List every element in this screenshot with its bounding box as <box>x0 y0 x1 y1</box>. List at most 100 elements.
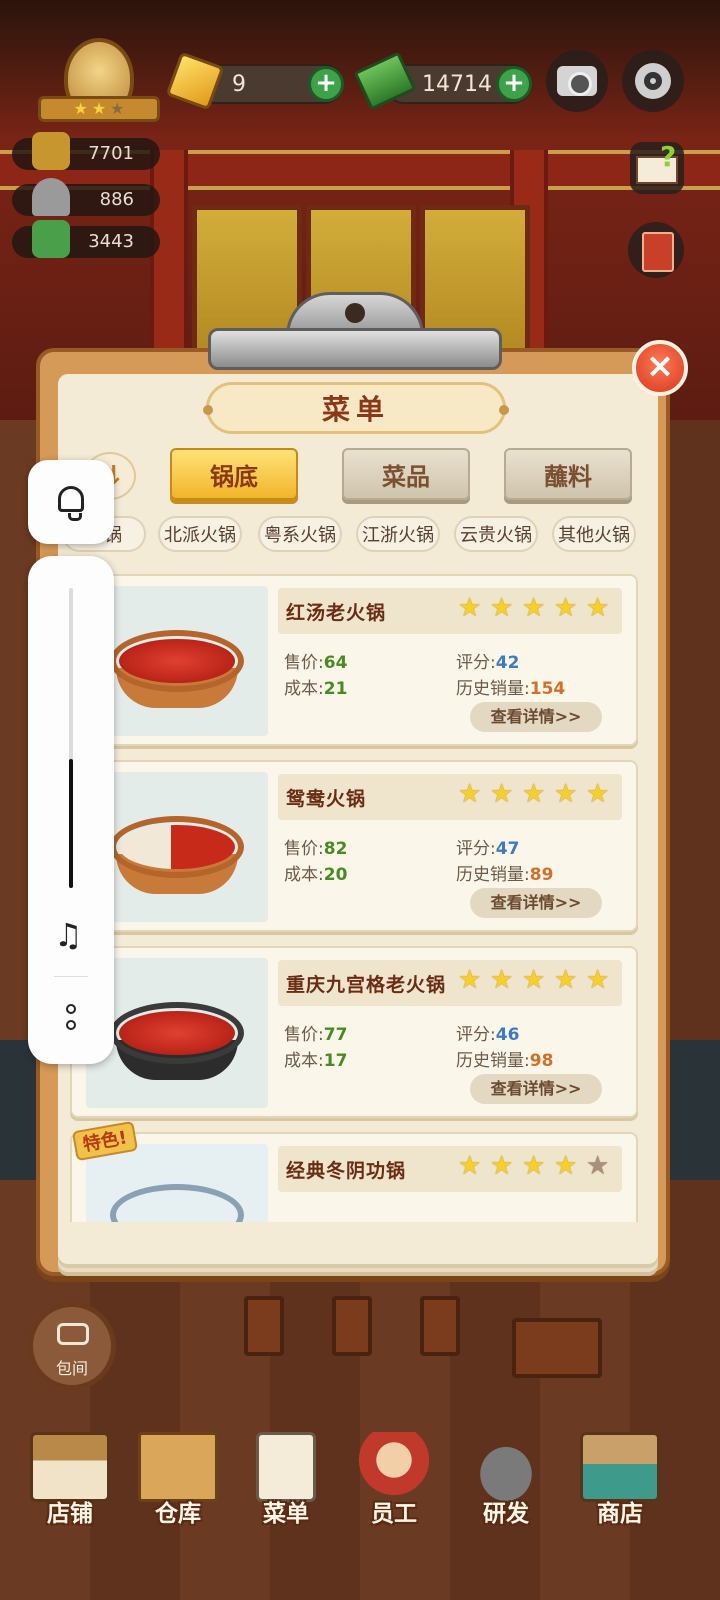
nine-grid-hotpot-icon <box>110 1002 244 1064</box>
private-room-label: 包间 <box>55 1359 88 1378</box>
star-icon: ★ <box>458 593 482 623</box>
nav-item-store[interactable]: 店铺 <box>16 1420 124 1540</box>
view-details-button[interactable]: 查看详情>> <box>470 1074 602 1104</box>
red-hotpot-icon <box>110 630 244 692</box>
yinyang-hotpot-icon <box>110 816 244 878</box>
warehouse-boxes-icon <box>138 1432 218 1502</box>
price-stat: 售价:82 <box>284 839 348 859</box>
filter-chip-other[interactable]: 其他火锅 <box>552 516 636 552</box>
star-icon: ★ <box>91 99 107 118</box>
view-details-button[interactable]: 查看详情>> <box>470 702 602 732</box>
music-note-icon: ♫ <box>54 916 83 954</box>
bell-icon <box>58 486 84 521</box>
cost-value: 17 <box>323 1051 348 1071</box>
add-gems-button[interactable]: + <box>308 66 344 102</box>
star-icon: ★ <box>522 1151 546 1181</box>
menu-clipboard-icon <box>256 1432 316 1502</box>
question-mark-icon: ? <box>660 140 677 173</box>
price-stat: 售价:64 <box>284 653 348 673</box>
hotpot-icon <box>32 132 70 170</box>
star-icon: ★ <box>490 965 514 995</box>
private-room-button[interactable]: 包间 <box>28 1302 116 1390</box>
star-icon: ★ <box>554 779 578 809</box>
dish-card[interactable]: 重庆九宫格老火锅 ★ ★ ★ ★ ★ 售价:77 成本:17 评分:46 历史销… <box>70 946 638 1118</box>
tab-soup-base[interactable]: 锅底 <box>170 448 298 500</box>
cost-stat: 成本:20 <box>284 865 348 885</box>
settings-button[interactable] <box>622 50 684 112</box>
dish-card[interactable]: 特色! 经典冬阴功锅 ★ ★ ★ ★ ★ <box>70 1120 638 1222</box>
rating-stat: 评分:47 <box>456 839 520 859</box>
dish-name-bar: 经典冬阴功锅 ★ ★ ★ ★ ★ <box>278 1146 622 1192</box>
filter-chip-northern[interactable]: 北派火锅 <box>158 516 242 552</box>
camera-icon <box>557 66 597 96</box>
tab-dipping-sauce[interactable]: 蘸料 <box>504 448 632 500</box>
dish-card[interactable]: 鸳鸯火锅 ★ ★ ★ ★ ★ 售价:82 成本:20 评分:47 历史销量:89… <box>70 760 638 932</box>
star-icon: ★ <box>522 593 546 623</box>
guide-book-button[interactable]: ? <box>630 140 684 194</box>
menu-title: 菜单 <box>321 393 390 426</box>
dish-star-rating: ★ ★ ★ ★ ★ <box>458 965 610 995</box>
star-icon: ★ <box>73 99 88 118</box>
view-details-button[interactable]: 查看详情>> <box>470 888 602 918</box>
price-stat: 售价:77 <box>284 1025 348 1045</box>
camera-button[interactable] <box>546 50 608 112</box>
cost-stat: 成本:17 <box>284 1051 348 1071</box>
filter-chip-yungui[interactable]: 云贵火锅 <box>454 516 538 552</box>
star-icon: ★ <box>490 593 514 623</box>
rating-stat: 评分:42 <box>456 653 520 673</box>
cash-count: 14714 <box>422 72 492 97</box>
star-icon: ★ <box>586 779 610 809</box>
more-options-icon[interactable] <box>64 1004 78 1030</box>
sales-value: 89 <box>529 865 554 885</box>
research-wok-icon <box>466 1432 546 1502</box>
nav-label: 菜单 <box>263 1501 309 1527</box>
star-icon: ★ <box>586 965 610 995</box>
nav-item-menu[interactable]: 菜单 <box>232 1420 340 1540</box>
bottom-nav: 店铺 仓库 菜单 员工 研发 商店 <box>0 1420 720 1600</box>
service-stat: 886 <box>12 178 160 216</box>
tom-yum-pot-icon <box>110 1184 244 1222</box>
volume-slider-fill <box>69 759 73 888</box>
star-icon: ★ <box>490 779 514 809</box>
restaurant-chair <box>420 1296 460 1356</box>
nav-label: 仓库 <box>155 1501 201 1527</box>
nav-item-warehouse[interactable]: 仓库 <box>124 1420 232 1540</box>
sales-value: 98 <box>529 1051 554 1071</box>
volume-slider[interactable] <box>69 588 73 888</box>
cost-stat: 成本:21 <box>284 679 348 699</box>
volume-panel: ♫ <box>28 556 114 1064</box>
dish-star-rating: ★ ★ ★ ★ ★ <box>458 779 610 809</box>
restaurant-rank-badge[interactable]: ★ ★ ★ <box>38 38 160 128</box>
gear-icon <box>635 63 671 99</box>
nav-item-research[interactable]: 研发 <box>452 1420 560 1540</box>
rating-value: 42 <box>495 653 520 673</box>
dish-name: 重庆九宫格老火锅 <box>286 974 447 996</box>
rating-stat: 评分:46 <box>456 1025 520 1045</box>
tab-dishes[interactable]: 菜品 <box>342 448 470 500</box>
star-icon: ★ <box>490 1151 514 1181</box>
cloche-icon <box>32 178 70 216</box>
dish-name-bar: 红汤老火锅 ★ ★ ★ ★ ★ <box>278 588 622 634</box>
recipe-book-button[interactable] <box>628 222 684 278</box>
close-button[interactable]: × <box>632 340 688 396</box>
dish-name: 鸳鸯火锅 <box>286 788 367 810</box>
nav-item-staff[interactable]: 员工 <box>340 1420 448 1540</box>
menu-stat-value: 3443 <box>88 231 134 252</box>
price-value: 77 <box>323 1025 348 1045</box>
ringer-mode-button[interactable] <box>28 460 114 544</box>
dish-list[interactable]: 红汤老火锅 ★ ★ ★ ★ ★ 售价:64 成本:21 评分:42 历史销量:1… <box>66 566 650 1222</box>
dish-star-rating: ★ ★ ★ ★ ★ <box>458 593 610 623</box>
dish-name: 红汤老火锅 <box>286 602 387 624</box>
menu-title-plate: 菜单 <box>203 382 509 434</box>
nav-item-shop[interactable]: 商店 <box>566 1420 674 1540</box>
star-icon: ★ <box>458 965 482 995</box>
dish-card[interactable]: 红汤老火锅 ★ ★ ★ ★ ★ 售价:64 成本:21 评分:42 历史销量:1… <box>70 574 638 746</box>
rating-value: 46 <box>495 1025 520 1045</box>
nav-label: 店铺 <box>47 1501 93 1527</box>
star-empty-icon: ★ <box>110 99 125 118</box>
add-cash-button[interactable]: + <box>496 66 532 102</box>
filter-chip-jiangzhe[interactable]: 江浙火锅 <box>356 516 440 552</box>
star-icon: ★ <box>522 779 546 809</box>
filter-chip-cantonese[interactable]: 粤系火锅 <box>258 516 342 552</box>
restaurant-chair <box>332 1296 372 1356</box>
